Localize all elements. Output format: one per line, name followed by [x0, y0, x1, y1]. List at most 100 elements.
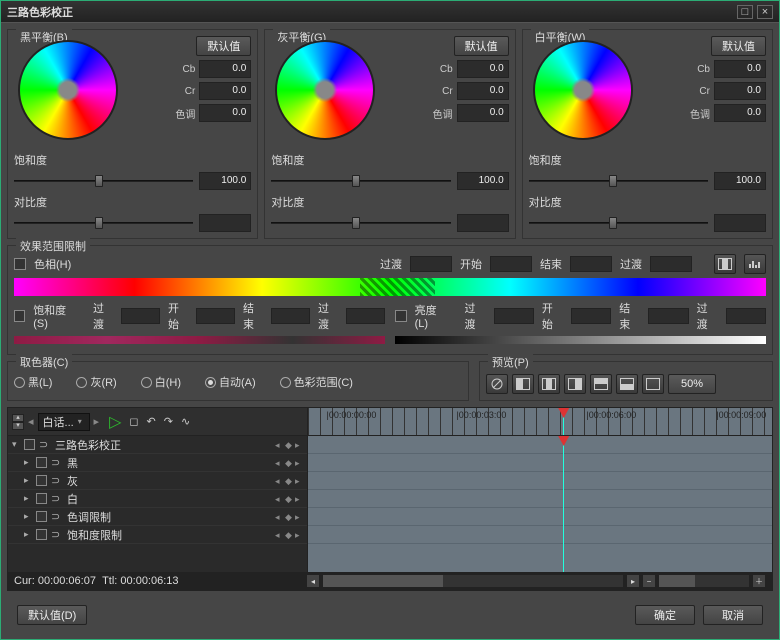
preview-percent[interactable]: 50%: [668, 374, 716, 394]
default-button[interactable]: 默认值(D): [17, 605, 87, 625]
cr-input-black[interactable]: 0.0: [199, 82, 251, 100]
add-key-icon[interactable]: ◆: [285, 477, 293, 485]
sat-trans1[interactable]: [121, 308, 160, 324]
next-key-icon[interactable]: ▸: [295, 459, 303, 467]
lum-checkbox[interactable]: [395, 310, 407, 322]
hue-start[interactable]: [490, 256, 532, 272]
add-key-icon[interactable]: ◆: [285, 459, 293, 467]
cr-input-gray[interactable]: 0.0: [457, 82, 509, 100]
color-wheel-white[interactable]: [529, 36, 641, 148]
add-key-icon[interactable]: ◆: [285, 495, 293, 503]
redo-icon[interactable]: ↷: [164, 415, 173, 428]
track-enable-checkbox[interactable]: [36, 457, 47, 468]
expand-icon[interactable]: ▸: [24, 511, 32, 522]
sat-input-white[interactable]: 100.0: [714, 172, 766, 190]
next-key-icon[interactable]: ▸: [295, 441, 303, 449]
sat-slider-white[interactable]: [529, 173, 708, 189]
sat-input-gray[interactable]: 100.0: [457, 172, 509, 190]
expand-icon[interactable]: ▸: [24, 475, 32, 486]
contrast-slider-white[interactable]: [529, 215, 708, 231]
timeline-scrollbar[interactable]: ◂▸ −＋: [306, 574, 766, 588]
track-row[interactable]: ▾ ⊃ 三路色彩校正 ◂◆▸: [8, 436, 307, 454]
picker-radio-4[interactable]: 色彩范围(C): [280, 374, 353, 390]
cancel-button[interactable]: 取消: [703, 605, 763, 625]
hue-end[interactable]: [570, 256, 612, 272]
track-stepper[interactable]: ▴▾: [12, 414, 24, 430]
track-row[interactable]: ▸ ⊃ 灰 ◂◆▸: [8, 472, 307, 490]
split-right-icon[interactable]: [564, 374, 586, 394]
split-center-icon[interactable]: [538, 374, 560, 394]
track-row[interactable]: ▸ ⊃ 白 ◂◆▸: [8, 490, 307, 508]
lum-trans1[interactable]: [494, 308, 534, 324]
contrast-slider-black[interactable]: [14, 215, 193, 231]
cb-input-black[interactable]: 0.0: [199, 60, 251, 78]
track-lanes[interactable]: [308, 436, 772, 572]
cb-input-white[interactable]: 0.0: [714, 60, 766, 78]
timeline-ruler[interactable]: |00:00:00:00|00:00:03:00|00:00:06:00|00:…: [308, 408, 772, 435]
prev-key-icon[interactable]: ◂: [275, 495, 283, 503]
curve-icon[interactable]: ∿: [181, 415, 190, 428]
hue-input-gray[interactable]: 0.0: [457, 104, 509, 122]
track-row[interactable]: ▸ ⊃ 饱和度限制 ◂◆▸: [8, 526, 307, 544]
range-rect-icon[interactable]: [714, 254, 736, 274]
expand-icon[interactable]: ▸: [24, 493, 32, 504]
hue-input-white[interactable]: 0.0: [714, 104, 766, 122]
eyedropper-disable-icon[interactable]: [486, 374, 508, 394]
lum-start[interactable]: [571, 308, 611, 324]
picker-radio-3[interactable]: 自动(A): [205, 374, 256, 390]
hue-input-black[interactable]: 0.0: [199, 104, 251, 122]
default-button-white[interactable]: 默认值: [711, 36, 766, 56]
playhead[interactable]: [563, 408, 564, 435]
track-enable-checkbox[interactable]: [36, 493, 47, 504]
track-enable-checkbox[interactable]: [36, 475, 47, 486]
picker-radio-1[interactable]: 灰(R): [76, 374, 116, 390]
next-key-icon[interactable]: ▸: [295, 513, 303, 521]
hue-trans2[interactable]: [650, 256, 692, 272]
sat-trans2[interactable]: [346, 308, 385, 324]
lum-strip[interactable]: [395, 336, 766, 344]
split-full-icon[interactable]: [642, 374, 664, 394]
sat-checkbox[interactable]: [14, 310, 25, 322]
sat-input-black[interactable]: 100.0: [199, 172, 251, 190]
hue-checkbox[interactable]: [14, 258, 26, 270]
expand-icon[interactable]: ▸: [24, 457, 32, 468]
lum-end[interactable]: [648, 308, 688, 324]
next-key-icon[interactable]: ▸: [295, 477, 303, 485]
reset-icon[interactable]: ⊃: [51, 528, 63, 541]
color-wheel-gray[interactable]: [271, 36, 383, 148]
reset-icon[interactable]: ⊃: [51, 456, 63, 469]
prev-key-icon[interactable]: ◂: [275, 531, 283, 539]
prev-key-icon[interactable]: ◂: [275, 513, 283, 521]
picker-radio-0[interactable]: 黑(L): [14, 374, 52, 390]
contrast-input-gray[interactable]: [457, 214, 509, 232]
reset-icon[interactable]: ⊃: [51, 492, 63, 505]
sat-slider-black[interactable]: [14, 173, 193, 189]
next-key-icon[interactable]: ▸: [295, 531, 303, 539]
expand-icon[interactable]: ▾: [12, 439, 20, 450]
contrast-input-black[interactable]: [199, 214, 251, 232]
add-key-icon[interactable]: ◆: [285, 531, 293, 539]
histogram-icon[interactable]: [744, 254, 766, 274]
default-button-gray[interactable]: 默认值: [454, 36, 509, 56]
sat-slider-gray[interactable]: [271, 173, 450, 189]
hue-trans1[interactable]: [410, 256, 452, 272]
expand-icon[interactable]: ▸: [24, 529, 32, 540]
split-bottom-icon[interactable]: [616, 374, 638, 394]
prev-key-icon[interactable]: ◂: [275, 477, 283, 485]
reset-icon[interactable]: ⊃: [39, 438, 51, 451]
contrast-input-white[interactable]: [714, 214, 766, 232]
color-wheel-black[interactable]: [14, 36, 126, 148]
track-enable-checkbox[interactable]: [24, 439, 35, 450]
track-row[interactable]: ▸ ⊃ 黑 ◂◆▸: [8, 454, 307, 472]
reset-icon[interactable]: ⊃: [51, 510, 63, 523]
titlebar[interactable]: 三路色彩校正 □ ×: [1, 1, 779, 23]
track-row[interactable]: ▸ ⊃ 色调限制 ◂◆▸: [8, 508, 307, 526]
preset-combo[interactable]: 白话...: [38, 413, 90, 431]
add-key-icon[interactable]: ◆: [285, 513, 293, 521]
track-enable-checkbox[interactable]: [36, 511, 47, 522]
cb-input-gray[interactable]: 0.0: [457, 60, 509, 78]
maximize-icon[interactable]: □: [737, 5, 753, 19]
prev-key-icon[interactable]: ◂: [275, 441, 283, 449]
sat-strip[interactable]: [14, 336, 385, 344]
default-button-black[interactable]: 默认值: [196, 36, 251, 56]
